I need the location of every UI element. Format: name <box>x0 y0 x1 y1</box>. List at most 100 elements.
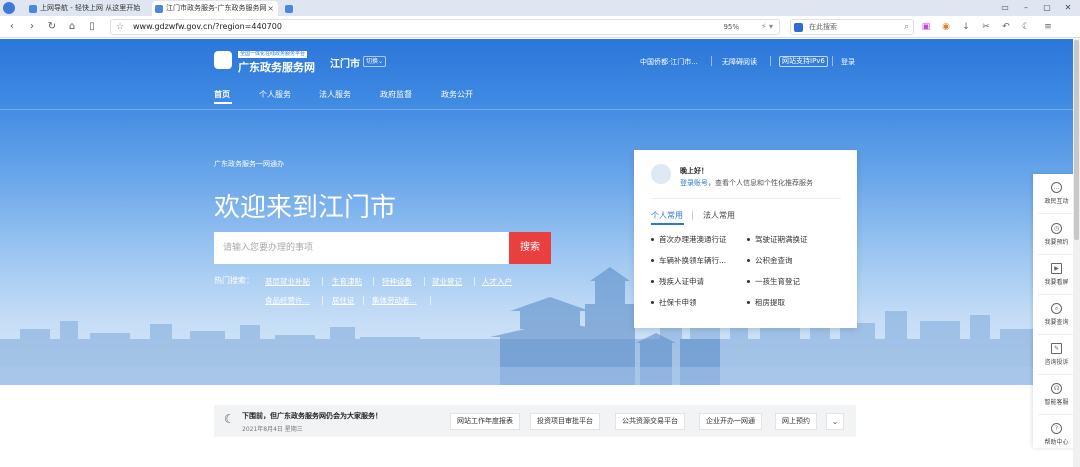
service-link[interactable]: 首次办理港澳通行证 <box>651 234 727 245</box>
nav-legal[interactable]: 法人服务 <box>319 89 351 100</box>
close-window-button[interactable]: ✕ <box>1058 0 1078 16</box>
login-link[interactable]: 登录 <box>841 57 855 67</box>
quick-link[interactable]: 企业开办一网通 <box>699 413 762 430</box>
close-tab-icon[interactable]: × <box>267 1 274 16</box>
hot-search-link[interactable]: 集体劳动者... <box>372 295 417 306</box>
url-field[interactable]: ☆ www.gdzwfw.gov.cn/?region=440700 95% ⚡… <box>110 19 780 35</box>
service-link[interactable]: 公积金查询 <box>747 255 793 266</box>
site-logo-subtitle: 全国一体化在线政务服务平台 <box>238 51 308 58</box>
service-link[interactable]: 残疾人证申请 <box>651 276 704 287</box>
hot-search-link[interactable]: 人才入户 <box>482 276 512 287</box>
address-bar: ‹ › ↻ ⌂ ▯ ☆ www.gdzwfw.gov.cn/?region=44… <box>0 16 1080 38</box>
scissors-icon[interactable]: ✂ <box>978 20 994 34</box>
star-icon[interactable]: ☆ <box>116 20 124 34</box>
page-tools-icon[interactable]: ⚡ ▾ <box>761 20 773 34</box>
browser-tab-active[interactable]: 江门市政务服务-广东政务服务网 × <box>152 1 278 16</box>
nav-supervision[interactable]: 政府监督 <box>380 89 412 100</box>
window-restore-icon[interactable]: ▭ <box>995 0 1015 16</box>
search-engine-icon[interactable] <box>794 23 803 32</box>
divider <box>1038 334 1075 335</box>
back-icon[interactable]: ‹ <box>4 19 20 35</box>
nav-personal[interactable]: 个人服务 <box>259 89 291 100</box>
hot-search-link[interactable]: 食品经营许... <box>265 295 310 306</box>
login-prompt: 登录账号，查看个人信息和个性化推荐服务 <box>680 178 813 188</box>
quick-link[interactable]: 网上预约 <box>775 413 817 430</box>
browser-search-input[interactable]: 在此搜索 ⌕ <box>790 19 914 35</box>
login-card: 晚上好！ 登录账号，查看个人信息和个性化推荐服务 个人常用 法人常用 首次办理港… <box>634 150 857 328</box>
divider <box>373 277 374 286</box>
maximize-button[interactable]: ▢ <box>1037 0 1057 16</box>
browser-tab-bar: 上网导航 - 轻快上网 从这里开始 江门市政务服务-广东政务服务网 × ▭ – ▢… <box>0 0 1080 16</box>
headset-icon: ☊ <box>1051 383 1062 394</box>
service-link[interactable]: 租房提取 <box>747 297 785 308</box>
hot-search-link[interactable]: 特种设备 <box>382 276 412 287</box>
avatar[interactable] <box>651 164 671 184</box>
service-link[interactable]: 车辆补换领车辆行... <box>651 255 726 266</box>
quick-link[interactable]: 网站工作年度报表 <box>450 413 520 430</box>
help-icon: ? <box>1051 423 1062 434</box>
city-skyline-illustration <box>0 267 1080 385</box>
ipv6-badge[interactable]: 网站支持IPv6 <box>779 56 828 67</box>
top-link-accessibility[interactable]: 无障碍阅读 <box>722 57 757 67</box>
reader-icon[interactable]: ▯ <box>84 19 100 35</box>
hot-search-link[interactable]: 居住证 <box>332 295 355 306</box>
minimize-button[interactable]: – <box>1016 0 1036 16</box>
search-icon[interactable]: ⌕ <box>904 20 909 34</box>
hot-search-label: 热门搜索： <box>214 276 254 285</box>
divider <box>1038 294 1075 295</box>
divider <box>430 296 431 305</box>
service-search-input[interactable]: 请输入您要办理的事项 <box>214 232 509 264</box>
screen-icon: ▶ <box>1051 263 1062 274</box>
tab-legal-common[interactable]: 法人常用 <box>703 210 735 221</box>
game-icon[interactable]: ◉ <box>938 20 954 34</box>
browser-tab[interactable]: 上网导航 - 轻快上网 从这里开始 <box>26 1 148 16</box>
divider <box>474 277 475 286</box>
divider <box>1038 254 1075 255</box>
nav-home[interactable]: 首页 <box>214 89 230 100</box>
hot-search-link[interactable]: 基层就业补贴 <box>265 276 310 287</box>
clock-icon: ◷ <box>1051 223 1062 234</box>
tab-active-indicator <box>651 223 684 225</box>
forward-icon[interactable]: › <box>24 19 40 35</box>
divider <box>322 277 323 286</box>
moon-icon: ☾ <box>224 412 235 426</box>
hot-search-link[interactable]: 就业登记 <box>432 276 462 287</box>
tab-title: 上网导航 - 轻快上网 从这里开始 <box>40 4 141 12</box>
hero-title: 欢迎来到江门市 <box>214 193 397 223</box>
undo-icon[interactable]: ↶ <box>998 20 1014 34</box>
divider <box>770 56 771 66</box>
hot-search-link[interactable]: 生育津贴 <box>332 276 362 287</box>
service-link[interactable]: 一孩生育登记 <box>747 276 800 287</box>
night-mode-icon[interactable]: ☾ <box>1018 20 1034 34</box>
quick-link[interactable]: 投资项目审批平台 <box>530 413 600 430</box>
new-tab-button[interactable] <box>282 1 298 16</box>
scrollbar-thumb[interactable] <box>1074 40 1079 240</box>
menu-icon[interactable]: ≡ <box>1040 20 1056 34</box>
nav-public[interactable]: 政务公开 <box>441 89 473 100</box>
service-link[interactable]: 驾驶证期满换证 <box>747 234 808 245</box>
chevron-down-icon: ⌄ <box>378 58 384 65</box>
tab-personal-common[interactable]: 个人常用 <box>651 210 683 221</box>
browser-logo-icon[interactable] <box>3 2 15 14</box>
divider <box>692 211 693 220</box>
quick-link[interactable]: 公共资源交易平台 <box>615 413 685 430</box>
extension-icon[interactable]: ▣ <box>918 20 934 34</box>
divider <box>424 277 425 286</box>
refresh-icon[interactable]: ↻ <box>44 19 60 35</box>
nav-active-indicator <box>214 102 232 104</box>
site-logo-icon[interactable] <box>214 51 232 69</box>
login-account-link[interactable]: 登录账号 <box>680 179 708 187</box>
message-icon: ✎ <box>1051 343 1062 354</box>
download-icon[interactable]: ↓ <box>958 20 974 34</box>
service-link[interactable]: 社保卡申领 <box>651 297 697 308</box>
city-switch-button[interactable]: 切换⌄ <box>363 56 387 67</box>
expand-quick-links-icon[interactable]: ⌄ <box>826 413 844 430</box>
top-link-city[interactable]: 中国侨都·江门市... <box>640 57 698 67</box>
notice-bar: ☾ 下围前，但广东政务服务网仍会为大家服务！ 2021年8月4日 星期三 网站工… <box>214 405 856 437</box>
web-page: 全国一体化在线政务服务平台 广东政务服务网 江门市 切换⌄ 中国侨都·江门市..… <box>0 39 1080 467</box>
site-title[interactable]: 广东政务服务网 <box>238 59 315 75</box>
search-button[interactable]: 搜索 <box>509 232 551 264</box>
notice-text: 下围前，但广东政务服务网仍会为大家服务！ <box>242 412 382 420</box>
home-icon[interactable]: ⌂ <box>64 19 80 35</box>
zoom-level[interactable]: 95% <box>723 20 739 34</box>
